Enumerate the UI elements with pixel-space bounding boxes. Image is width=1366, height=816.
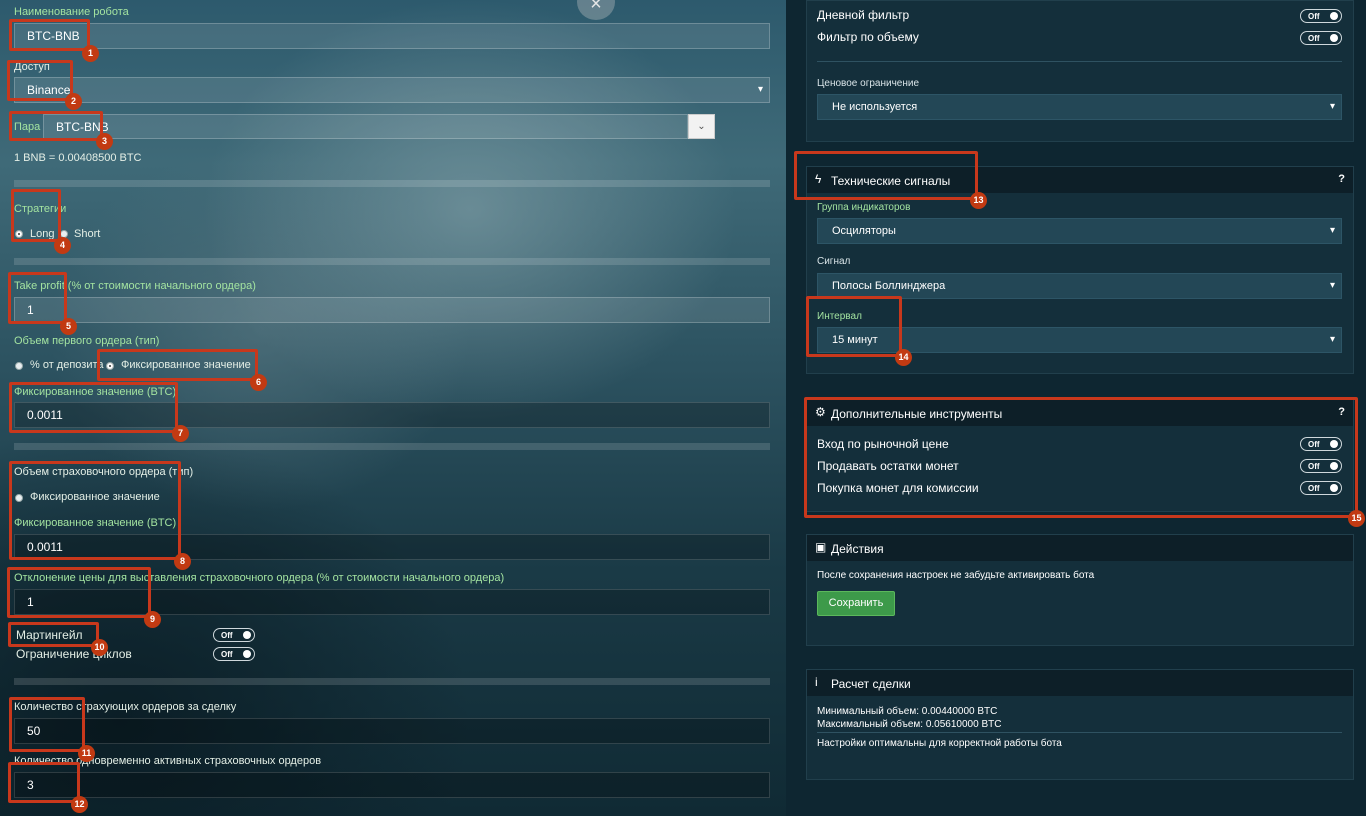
toggle-knob [1330,12,1338,20]
annotation-box [97,349,258,381]
annotation-box [11,189,61,242]
annotation-box [8,272,67,324]
annotation-box [8,622,99,647]
annotation-badge: 3 [96,133,113,150]
annotation-badge: 10 [91,639,108,656]
safety-count-input[interactable]: 50 [14,718,770,744]
section-divider [14,678,770,685]
deal-calc-panel-header: i Расчет сделки [807,670,1353,696]
cycles-limit-toggle[interactable]: Off [213,647,255,661]
min-volume-text: Минимальный объем: 0.00440000 BTC [817,706,998,717]
daily-filter-label: Дневной фильтр [817,8,910,22]
save-button[interactable]: Сохранить [817,591,895,616]
robot-name-input[interactable]: BTC-BNB [14,23,770,49]
annotation-box [9,697,85,752]
annotation-badge: 1 [82,45,99,62]
annotation-badge: 6 [250,374,267,391]
first-order-percent-label[interactable]: % от депозита [30,359,104,371]
annotation-box [7,567,151,618]
help-icon[interactable]: ? [1338,173,1345,185]
signal-label: Сигнал [817,256,851,267]
annotation-badge: 7 [172,425,189,442]
section-divider [14,180,770,187]
annotation-box [7,60,73,101]
annotation-badge: 9 [144,611,161,628]
robot-name-label: Наименование робота [14,6,129,18]
settings-status-text: Настройки оптимальны для корректной рабо… [817,738,1062,749]
toggle-knob [243,631,251,639]
info-icon: i [815,675,818,689]
annotation-box [794,151,978,200]
price-limit-label: Ценовое ограничение [817,78,920,89]
strategy-short-label[interactable]: Short [74,228,100,240]
toggle-knob [243,650,251,658]
annotation-badge: 12 [71,796,88,813]
annotation-badge: 5 [60,318,77,335]
pair-select[interactable]: BTC-BNB [43,114,688,139]
take-profit-input[interactable]: 1 [14,297,770,323]
annotation-box [8,762,80,803]
toggle-state: Off [1308,12,1320,21]
max-volume-text: Максимальный объем: 0.05610000 BTC [817,719,1002,730]
actions-panel: ▣ Действия [806,534,1354,646]
chevron-down-icon[interactable]: ⌄ [688,114,715,139]
toggle-state: Off [221,650,233,659]
annotation-box [804,397,1358,518]
daily-filter-toggle[interactable]: Off [1300,9,1342,23]
annotation-box [9,19,90,51]
annotation-box [9,461,181,560]
cycles-limit-label: Ограничение циклов [16,647,132,661]
deal-calc-panel-title: Расчет сделки [831,677,911,691]
annotation-box [9,382,178,433]
indicator-group-label: Группа индикаторов [817,202,911,213]
annotation-box [806,296,902,357]
floppy-disk-icon: ▣ [815,540,827,554]
toggle-knob [1330,34,1338,42]
actions-note: После сохранения настроек не забудьте ак… [817,570,1095,581]
annotation-badge: 14 [895,349,912,366]
indicator-group-select[interactable]: Осциляторы [817,218,1342,244]
toggle-state: Off [1308,34,1320,43]
annotation-badge: 13 [970,192,987,209]
annotation-badge: 4 [54,237,71,254]
section-divider [14,258,770,265]
annotation-badge: 8 [174,553,191,570]
toggle-state: Off [221,631,233,640]
volume-filter-label: Фильтр по объему [817,30,919,44]
first-order-percent-radio[interactable] [15,362,23,370]
first-order-type-label: Объем первого ордера (тип) [14,335,160,347]
annotation-badge: 2 [65,93,82,110]
annotation-badge: 15 [1348,510,1365,527]
exchange-rate-text: 1 BNB = 0.00408500 BTC [14,152,142,164]
divider-line [817,61,1342,62]
actions-panel-header: ▣ Действия [807,535,1353,561]
active-safety-input[interactable]: 3 [14,772,770,798]
section-divider [14,443,770,450]
access-select[interactable]: Binance [14,77,770,103]
volume-filter-toggle[interactable]: Off [1300,31,1342,45]
divider-line [817,732,1342,733]
annotation-badge: 11 [78,745,95,762]
price-limit-select[interactable]: Не используется [817,94,1342,120]
actions-panel-title: Действия [831,542,884,556]
annotation-box [9,111,103,141]
martingale-toggle[interactable]: Off [213,628,255,642]
